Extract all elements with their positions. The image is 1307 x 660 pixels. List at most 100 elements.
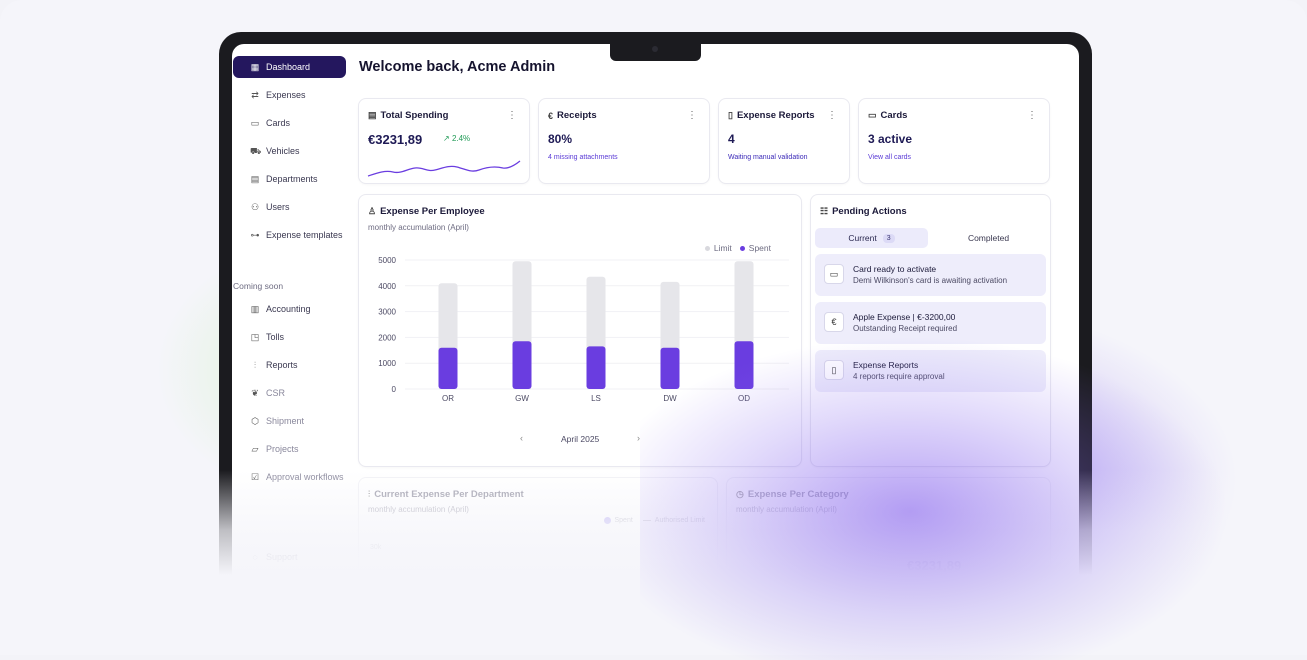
grid-icon: ▦ xyxy=(250,62,260,72)
card-title-text: Expense Reports xyxy=(736,110,815,121)
help-icon: ◌ xyxy=(252,552,258,562)
x-tick-label: OR xyxy=(442,394,454,403)
expense-per-employee-card: ♙ Expense Per Employee monthly accumulat… xyxy=(358,194,802,467)
chart-subtitle: monthly accumulation (April) xyxy=(368,505,469,514)
spent-bar[interactable] xyxy=(660,347,680,389)
receipts-card[interactable]: € Receipts ⋮ 80% 4 missing attachments xyxy=(538,98,710,184)
more-options-icon[interactable]: ⋮ xyxy=(827,110,837,121)
users-icon: ⚇ xyxy=(250,202,260,212)
legend-limit-label: Authorised Limit xyxy=(654,517,705,524)
sidebar-item-tolls[interactable]: ◳ Tolls xyxy=(233,326,346,348)
tab-completed[interactable]: Completed xyxy=(931,228,1046,248)
sidebar-item-label: Expense templates xyxy=(266,230,343,240)
prev-month-button[interactable]: ‹ xyxy=(520,433,523,443)
tab-current[interactable]: Current 3 xyxy=(815,228,928,248)
sidebar-item-csr[interactable]: ❦ CSR xyxy=(233,382,346,404)
sidebar-item-label: Tolls xyxy=(266,332,285,342)
spent-bar[interactable] xyxy=(512,341,532,389)
waiting-validation-link[interactable]: Waiting manual validation xyxy=(728,154,808,161)
more-options-icon[interactable]: ⋮ xyxy=(507,110,517,121)
sidebar-item-label: Expenses xyxy=(266,90,306,100)
check-doc-icon: ☑ xyxy=(250,472,260,482)
card-title-text: Pending Actions xyxy=(832,206,907,217)
spent-bar[interactable] xyxy=(734,341,754,389)
app-screen: ▦ Dashboard ⇄ Expenses ▭ Cards ⛟ Vehicle… xyxy=(232,44,1079,584)
category-total-value: €3231,89 xyxy=(907,558,962,573)
trend-badge: ↗ 2.4% xyxy=(443,134,470,143)
legend-spent-label: Spent xyxy=(614,517,633,524)
card-title-text: Expense Per Category xyxy=(747,489,849,500)
sidebar-item-dashboard[interactable]: ▦ Dashboard xyxy=(233,56,346,78)
table-icon: ▥ xyxy=(250,304,260,314)
card-title: € Receipts xyxy=(548,110,597,121)
user-icon: ♙ xyxy=(368,206,377,216)
swap-icon: ⇄ xyxy=(251,90,259,100)
expense-reports-card[interactable]: ▯ Expense Reports ⋮ 4 Waiting manual val… xyxy=(718,98,850,184)
cast-icon: ◳ xyxy=(250,332,260,342)
y-tick-label: 4000 xyxy=(378,282,396,291)
card-title-text: Expense Per Employee xyxy=(380,206,485,217)
y-tick-label: 30k xyxy=(370,544,382,551)
card-title: ▭ Cards xyxy=(868,110,907,121)
sidebar-item-shipment[interactable]: ⬡ Shipment xyxy=(233,410,346,432)
sidebar-item-approval-workflows[interactable]: ☑ Approval workflows xyxy=(233,466,346,488)
card-title-text: Current Expense Per Department xyxy=(374,489,524,500)
bar-chart-icon: ⫶ xyxy=(368,489,371,499)
cards-card[interactable]: ▭ Cards ⋮ 3 active View all cards xyxy=(858,98,1050,184)
pending-action-item[interactable]: ▯ Expense Reports 4 reports require appr… xyxy=(815,350,1046,392)
sidebar-item-expense-templates[interactable]: ⊶ Expense templates xyxy=(233,224,346,246)
x-tick-label: GW xyxy=(515,394,529,403)
action-title: Apple Expense | €-3200,00 xyxy=(853,312,956,322)
sidebar-item-label: Support xyxy=(266,552,298,562)
sidebar-item-expenses[interactable]: ⇄ Expenses xyxy=(233,84,346,106)
pending-action-item[interactable]: € Apple Expense | €-3200,00 Outstanding … xyxy=(815,302,1046,344)
receipt-icon: € xyxy=(824,312,844,332)
receipt-icon: € xyxy=(548,110,554,121)
building-icon: ▤ xyxy=(250,174,260,184)
sidebar-item-projects[interactable]: ▱ Projects xyxy=(233,438,346,460)
missing-attachments-link[interactable]: 4 missing attachments xyxy=(548,154,618,161)
sidebar-item-label: Users xyxy=(266,202,290,212)
action-title: Expense Reports xyxy=(853,360,919,370)
pending-action-item[interactable]: ▭ Card ready to activate Demi Wilkinson'… xyxy=(815,254,1046,296)
receipts-value: 80% xyxy=(548,132,573,146)
card-icon: ▭ xyxy=(250,118,260,128)
sidebar-item-label: Projects xyxy=(266,444,299,454)
sidebar-item-label: CSR xyxy=(266,388,286,398)
action-title: Card ready to activate xyxy=(853,264,937,274)
total-spending-card[interactable]: ▤ Total Spending ⋮ €3231,89 ↗ 2.4% xyxy=(358,98,530,184)
coming-soon-label: Coming soon xyxy=(233,281,284,291)
x-tick-label: LS xyxy=(591,394,601,403)
card-title-text: Receipts xyxy=(557,110,597,121)
action-description: Outstanding Receipt required xyxy=(853,324,958,333)
report-icon: ▯ xyxy=(824,360,844,380)
trend-value: 2.4% xyxy=(451,134,471,143)
sidebar-item-label: Approval workflows xyxy=(266,472,344,482)
card-title: ⫶ Current Expense Per Department xyxy=(368,489,524,500)
sidebar-item-vehicles[interactable]: ⛟ Vehicles xyxy=(233,140,346,162)
sidebar-item-label: Cards xyxy=(266,118,291,128)
department-expense-card: ⫶ Current Expense Per Department monthly… xyxy=(358,477,718,584)
more-options-icon[interactable]: ⋮ xyxy=(687,110,697,121)
sidebar-item-reports[interactable]: ⫶ Reports xyxy=(233,354,346,376)
spent-bar[interactable] xyxy=(586,346,606,389)
bar-icon: ⫶ xyxy=(253,360,257,370)
more-options-icon[interactable]: ⋮ xyxy=(1027,110,1037,121)
spent-bar[interactable] xyxy=(438,347,458,389)
expense-bar-chart: 0 1000 2000 3000 4000 5000 OR GW LS DW OD xyxy=(378,256,789,403)
sidebar-item-departments[interactable]: ▤ Departments xyxy=(233,168,346,190)
car-icon: ⛟ xyxy=(250,146,262,156)
sidebar-item-users[interactable]: ⚇ Users xyxy=(233,196,346,218)
view-all-cards-link[interactable]: View all cards xyxy=(868,154,911,161)
y-tick-label: 0 xyxy=(392,385,397,394)
next-month-button[interactable]: › xyxy=(637,433,640,443)
card-icon: ▭ xyxy=(824,264,844,284)
sidebar-item-accounting[interactable]: ▥ Accounting xyxy=(233,298,346,320)
page-title: Welcome back, Acme Admin xyxy=(359,59,556,75)
sidebar-item-cards[interactable]: ▭ Cards xyxy=(233,112,346,134)
tab-completed-label: Completed xyxy=(967,233,1010,243)
card-title-text: Cards xyxy=(880,110,908,121)
folder-icon: ▱ xyxy=(251,444,259,454)
sidebar-item-support[interactable]: ◌ Support xyxy=(233,546,346,568)
total-spending-value: €3231,89 xyxy=(368,132,423,147)
